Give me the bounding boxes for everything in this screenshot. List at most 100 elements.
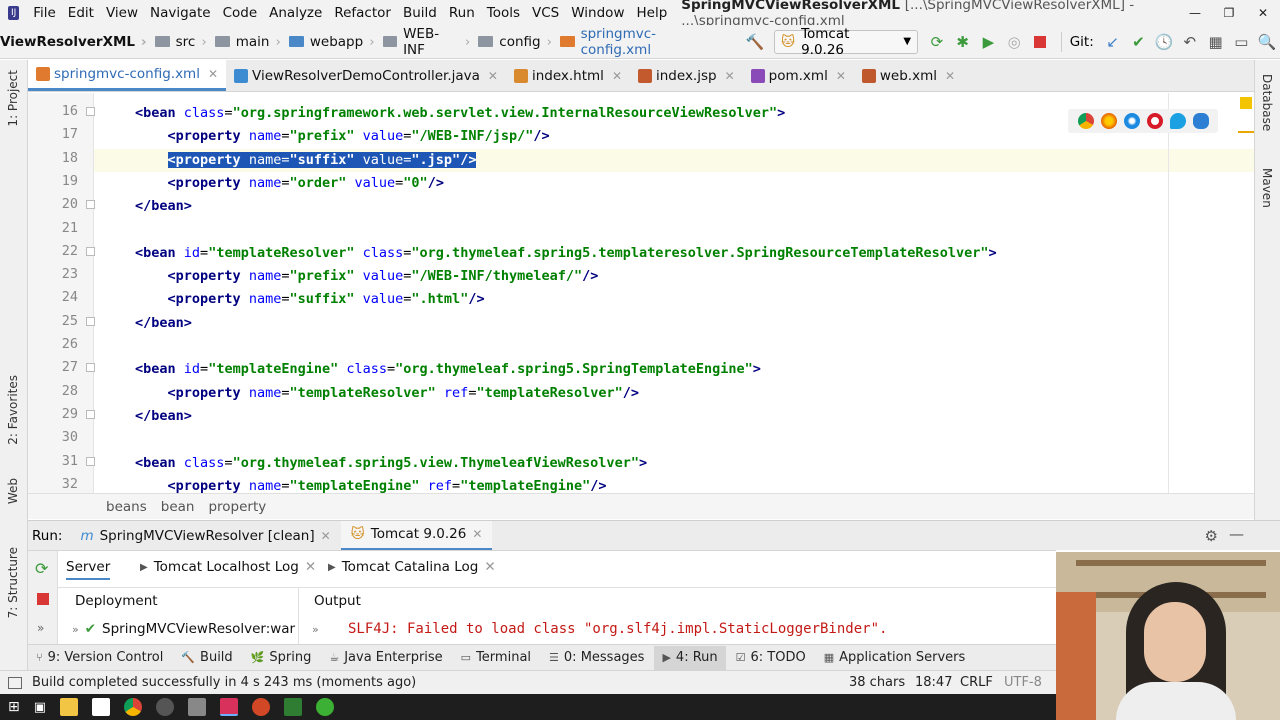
tool-window-tab[interactable]: ☰ 0: Messages: [541, 646, 652, 670]
editor-tab[interactable]: ViewResolverDemoController.java ✕: [226, 60, 506, 91]
menu-item-navigate[interactable]: Navigate: [144, 5, 217, 21]
close-tab-icon[interactable]: ✕: [472, 527, 482, 541]
tool-window-tab[interactable]: 🌿 Spring: [243, 646, 320, 670]
debug-icon[interactable]: ✱: [950, 29, 976, 55]
database-tool-tab[interactable]: Database: [1260, 74, 1274, 131]
code-line[interactable]: <property name="prefix" value="/WEB-INF/…: [135, 265, 599, 288]
app-icon[interactable]: [188, 698, 207, 716]
close-icon[interactable]: ✕: [1246, 6, 1280, 20]
close-tab-icon[interactable]: ✕: [321, 529, 331, 543]
deployment-item[interactable]: » ✔ SpringMVCViewResolver:war: [72, 621, 295, 637]
firefox-icon[interactable]: [1100, 113, 1117, 129]
hide-panel-icon[interactable]: —: [1229, 525, 1244, 543]
ie-icon[interactable]: [1169, 113, 1186, 129]
menu-item-analyze[interactable]: Analyze: [263, 5, 328, 21]
fold-marker-icon[interactable]: [86, 107, 95, 116]
code-line[interactable]: <bean class="org.springframework.web.ser…: [135, 102, 785, 125]
profile-icon[interactable]: ◎: [1001, 29, 1027, 55]
close-tab-icon[interactable]: ✕: [612, 69, 622, 83]
editor-tab[interactable]: index.jsp ✕: [630, 60, 743, 91]
code-line[interactable]: <bean id="templateEngine" class="org.thy…: [135, 358, 761, 381]
editor-tab[interactable]: index.html ✕: [506, 60, 630, 91]
restore-icon[interactable]: ❐: [1212, 6, 1246, 20]
localhost-log-subtab[interactable]: ▶ Tomcat Localhost Log ✕: [140, 559, 316, 575]
rerun-icon[interactable]: ⟳: [35, 559, 48, 578]
menu-item-help[interactable]: Help: [630, 5, 673, 21]
breadcrumb-item[interactable]: webapp ›: [285, 34, 379, 50]
structure-tool-tab[interactable]: 7: Structure: [6, 547, 20, 618]
file-encoding[interactable]: UTF-8: [1004, 675, 1042, 690]
code-line[interactable]: <bean id="templateResolver" class="org.t…: [135, 242, 997, 265]
tool-window-tab[interactable]: ☑ 6: TODO: [728, 646, 814, 670]
menu-item-vcs[interactable]: VCS: [526, 5, 565, 21]
project-tool-tab[interactable]: 1: Project: [6, 70, 20, 127]
breadcrumb-item[interactable]: springmvc-config.xml: [556, 26, 726, 58]
code-line[interactable]: <property name="templateEngine" ref="tem…: [135, 475, 607, 493]
fold-marker-icon[interactable]: [86, 246, 95, 256]
code-line[interactable]: </bean>: [135, 312, 192, 335]
code-line[interactable]: <property name="suffix" value=".jsp"/>: [135, 149, 477, 172]
tool-window-tab[interactable]: ▦ Application Servers: [816, 646, 974, 670]
xml-breadcrumb-item[interactable]: bean: [161, 499, 195, 515]
breadcrumb-item[interactable]: config ›: [474, 34, 556, 50]
run-tab[interactable]: m SpringMVCViewResolver [clean] ✕: [70, 521, 340, 551]
chrome-icon[interactable]: [124, 698, 143, 716]
favorites-tool-tab[interactable]: 2: Favorites: [6, 375, 20, 445]
code-line[interactable]: <property name="prefix" value="/WEB-INF/…: [135, 125, 550, 148]
presentation-icon[interactable]: ▭: [1228, 29, 1254, 55]
tool-window-tab[interactable]: ▭ Terminal: [453, 646, 539, 670]
editor-tab[interactable]: pom.xml ✕: [743, 60, 854, 91]
opera-icon[interactable]: [1146, 113, 1163, 129]
git-commit-icon[interactable]: ✔: [1126, 29, 1152, 55]
editor-tab[interactable]: web.xml ✕: [854, 60, 963, 91]
tool-window-tab[interactable]: ⑂ 9: Version Control: [28, 646, 171, 670]
menu-item-window[interactable]: Window: [565, 5, 630, 21]
close-tab-icon[interactable]: ✕: [208, 67, 218, 81]
code-line[interactable]: <bean class="org.thymeleaf.spring5.view.…: [135, 452, 647, 475]
menu-item-run[interactable]: Run: [443, 5, 481, 21]
revert-icon[interactable]: ↶: [1177, 29, 1203, 55]
menu-item-tools[interactable]: Tools: [481, 5, 526, 21]
close-tab-icon[interactable]: ✕: [945, 69, 955, 83]
rerun-icon[interactable]: ⟳: [924, 29, 950, 55]
breadcrumb-item[interactable]: src ›: [151, 34, 211, 50]
close-tab-icon[interactable]: ✕: [488, 69, 498, 83]
close-tab-icon[interactable]: ✕: [836, 69, 846, 83]
fold-marker-icon[interactable]: [86, 409, 95, 419]
stop-icon[interactable]: [37, 593, 49, 605]
tool-window-tab[interactable]: ☕ Java Enterprise: [321, 646, 450, 670]
stop-icon[interactable]: [1027, 29, 1053, 55]
code-line[interactable]: </bean>: [135, 405, 192, 428]
fold-marker-icon[interactable]: [86, 363, 95, 373]
fold-marker-icon[interactable]: [86, 200, 95, 210]
git-update-icon[interactable]: ↙: [1100, 29, 1126, 55]
menu-item-view[interactable]: View: [100, 5, 144, 21]
fold-marker-icon[interactable]: [86, 456, 95, 466]
run-tab[interactable]: 🐱 Tomcat 9.0.26 ✕: [340, 520, 493, 551]
web-tool-tab[interactable]: Web: [6, 478, 20, 504]
build-hammer-icon[interactable]: 🔨: [742, 29, 768, 55]
chrome-icon[interactable]: [1077, 113, 1094, 129]
menu-item-code[interactable]: Code: [217, 5, 264, 21]
close-tab-icon[interactable]: ✕: [725, 69, 735, 83]
inspection-status-icon[interactable]: [1240, 97, 1252, 109]
file-explorer-icon[interactable]: [60, 698, 79, 716]
xml-breadcrumb-item[interactable]: property: [208, 499, 266, 515]
code-line[interactable]: <property name="order" value="0"/>: [135, 172, 444, 195]
maven-tool-tab[interactable]: Maven: [1260, 168, 1274, 208]
powerpoint-icon[interactable]: [252, 698, 271, 716]
breadcrumb-item[interactable]: WEB-INF ›: [379, 26, 475, 58]
run-coverage-icon[interactable]: ▶: [976, 29, 1002, 55]
menu-item-build[interactable]: Build: [397, 5, 443, 21]
mail-icon[interactable]: [92, 698, 111, 716]
task-view-icon[interactable]: ▣: [34, 700, 46, 715]
breadcrumb-item[interactable]: ViewResolverXML ›: [0, 34, 151, 50]
code-line[interactable]: <property name="templateResolver" ref="t…: [135, 382, 640, 405]
run-config-select[interactable]: 🐱 Tomcat 9.0.26 ▼: [773, 26, 919, 58]
safari-icon[interactable]: [1123, 113, 1140, 129]
settings-gear-icon[interactable]: ⚙: [1205, 527, 1218, 545]
code-editor[interactable]: 16 17 18 19 20 21 22 23 24 25 26 27 28 29 30 31 32 <bean…: [28, 93, 1254, 493]
edge-icon[interactable]: [1192, 113, 1209, 129]
breadcrumb-item[interactable]: main ›: [211, 34, 285, 50]
editor-tab[interactable]: springmvc-config.xml ✕: [28, 60, 227, 91]
